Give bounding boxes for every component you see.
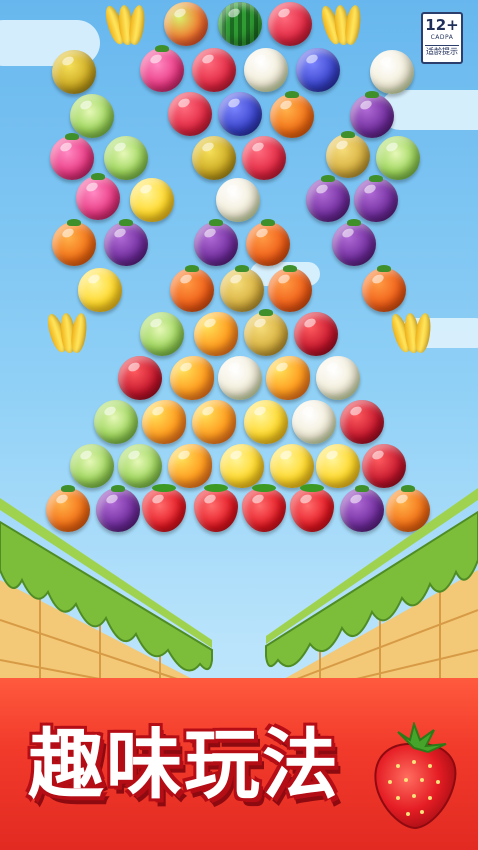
- strawberry-icon: [374, 722, 457, 830]
- banner-title: 趣味玩法: [28, 720, 340, 809]
- game-stage: 12+ CADPA 适龄提示 趣味玩法: [0, 0, 478, 850]
